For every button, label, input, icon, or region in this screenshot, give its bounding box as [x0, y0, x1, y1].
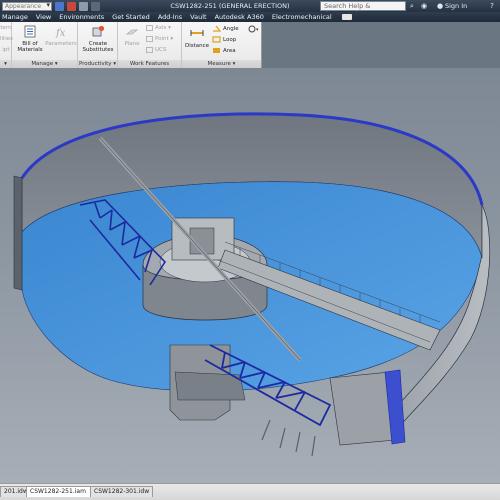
parameters-fx-icon: fx: [55, 28, 66, 39]
point-button[interactable]: Point ▾: [146, 36, 173, 42]
clipped-label-1: tern: [0, 25, 12, 31]
title-bar: Appearance CSW1282-251 (GENERAL ERECTION…: [0, 0, 500, 18]
loop-icon: [212, 36, 221, 43]
search-icon[interactable]: ⌕: [408, 2, 416, 10]
angle-icon: [213, 25, 221, 32]
loop-label: Loop: [223, 36, 237, 43]
create-substitutes-button[interactable]: Create Substitutes: [80, 25, 116, 53]
ribbon-panel-manage: Bill of Materials fx Parameters Manage ▾: [12, 22, 78, 68]
svg-text:fx: fx: [55, 28, 66, 38]
tab-electromechanical[interactable]: Electromechanical: [272, 13, 332, 21]
doc-tab-csw1282-301-idw[interactable]: CSW1282-301.idw: [90, 486, 154, 497]
axis-button[interactable]: Axis ▾: [146, 25, 171, 31]
quick-access-dropdown-icon[interactable]: [91, 1, 100, 11]
appearance-dropdown[interactable]: Appearance: [2, 1, 52, 11]
search-help-input[interactable]: Search Help & Commands...: [320, 1, 406, 18]
ribbon-panel-measure: Distance Angle Loop Area ▾ Measure ▾: [182, 22, 262, 68]
tab-get-started[interactable]: Get Started: [112, 13, 150, 21]
doc-tab-csw1282-251-iam[interactable]: CSW1282-251.iam✕: [26, 486, 98, 497]
user-icon[interactable]: ●: [436, 2, 444, 10]
document-title: CSW1282-251 (GENERAL ERECTION): [170, 2, 290, 10]
tank-front-wall: [329, 371, 396, 446]
angle-label: Angle: [223, 25, 239, 32]
panel-label-productivity[interactable]: Productivity ▾: [78, 60, 117, 68]
plane-button[interactable]: Plane: [121, 25, 143, 47]
ucs-label: UCS: [155, 47, 167, 53]
distance-label: Distance: [184, 43, 210, 49]
ribbon-empty-area: [262, 22, 500, 68]
ucs-button[interactable]: UCS: [146, 47, 166, 53]
ribbon-panel-productivity: Create Substitutes Productivity ▾: [78, 22, 118, 68]
tab-environments[interactable]: Environments: [59, 13, 104, 21]
update-icon[interactable]: [79, 1, 88, 11]
sign-in-link[interactable]: Sign In: [445, 2, 467, 10]
3d-viewport[interactable]: [0, 68, 500, 483]
distance-button[interactable]: Distance: [184, 27, 210, 49]
parameters-label: Parameters: [45, 41, 77, 47]
substitutes-icon: [92, 25, 105, 37]
plane-label: Plane: [124, 41, 140, 47]
point-icon: [146, 36, 153, 42]
angle-button[interactable]: Angle: [212, 25, 239, 32]
plane-icon: [125, 29, 139, 35]
area-label: Area: [223, 47, 236, 54]
document-tab-bar: 201.idw CSW1282-251.iam✕ CSW1282-301.idw: [0, 483, 500, 500]
panel-label-manage[interactable]: Manage ▾: [12, 60, 77, 68]
tank-left-wall: [13, 175, 23, 291]
bom-label-line2: Materials: [17, 47, 43, 53]
tab-autodesk-a360[interactable]: Autodesk A360: [215, 13, 264, 21]
ribbon-toggle-icon[interactable]: [341, 14, 352, 20]
measure-options-icon: ▾: [248, 25, 259, 33]
clipped-label-3: ipt: [2, 47, 10, 53]
panel-label-measure[interactable]: Measure ▾: [182, 60, 261, 68]
rake-blades: [261, 419, 316, 457]
bill-of-materials-icon: [24, 25, 36, 38]
ribbon-panel-work-features: Plane Axis ▾ Point ▾ UCS Work Features: [118, 22, 182, 68]
bill-of-materials-button[interactable]: Bill of Materials: [15, 25, 45, 53]
material-icon[interactable]: [67, 1, 76, 11]
tab-add-ins[interactable]: Add-Ins: [158, 13, 182, 21]
measure-options-button[interactable]: ▾: [248, 25, 260, 33]
point-label: Point: [155, 36, 169, 42]
area-button[interactable]: Area: [212, 47, 236, 54]
tab-manage[interactable]: Manage: [2, 13, 28, 21]
axis-icon: [146, 25, 153, 31]
panel-label-clipped: ▾: [0, 60, 11, 68]
clipped-label-2: lities: [0, 36, 13, 42]
tab-view[interactable]: View: [36, 13, 51, 21]
svg-text:▾: ▾: [256, 27, 259, 33]
axis-label: Axis: [155, 25, 167, 31]
distance-icon: [190, 30, 204, 36]
help-icon[interactable]: ?: [488, 2, 496, 10]
quick-access-toolbar: Appearance: [0, 0, 100, 12]
ribbon: tern lities ipt ▾ Bill of Materials fx P…: [0, 22, 262, 68]
binoculars-icon[interactable]: ◉: [420, 2, 428, 10]
ribbon-panel-clipped: tern lities ipt ▾: [0, 22, 13, 68]
color-override-icon[interactable]: [55, 1, 64, 11]
ribbon-tabs: Manage View Environments Get Started Add…: [0, 12, 500, 22]
clarifier-model[interactable]: [0, 68, 500, 483]
ucs-icon: [146, 47, 153, 53]
panel-label-work-features[interactable]: Work Features: [118, 60, 181, 68]
area-icon: [213, 48, 220, 53]
tab-vault[interactable]: Vault: [190, 13, 206, 21]
parameters-button[interactable]: fx Parameters: [45, 25, 77, 47]
create-substitutes-label-2: Substitutes: [82, 47, 114, 53]
loop-button[interactable]: Loop: [212, 36, 236, 43]
